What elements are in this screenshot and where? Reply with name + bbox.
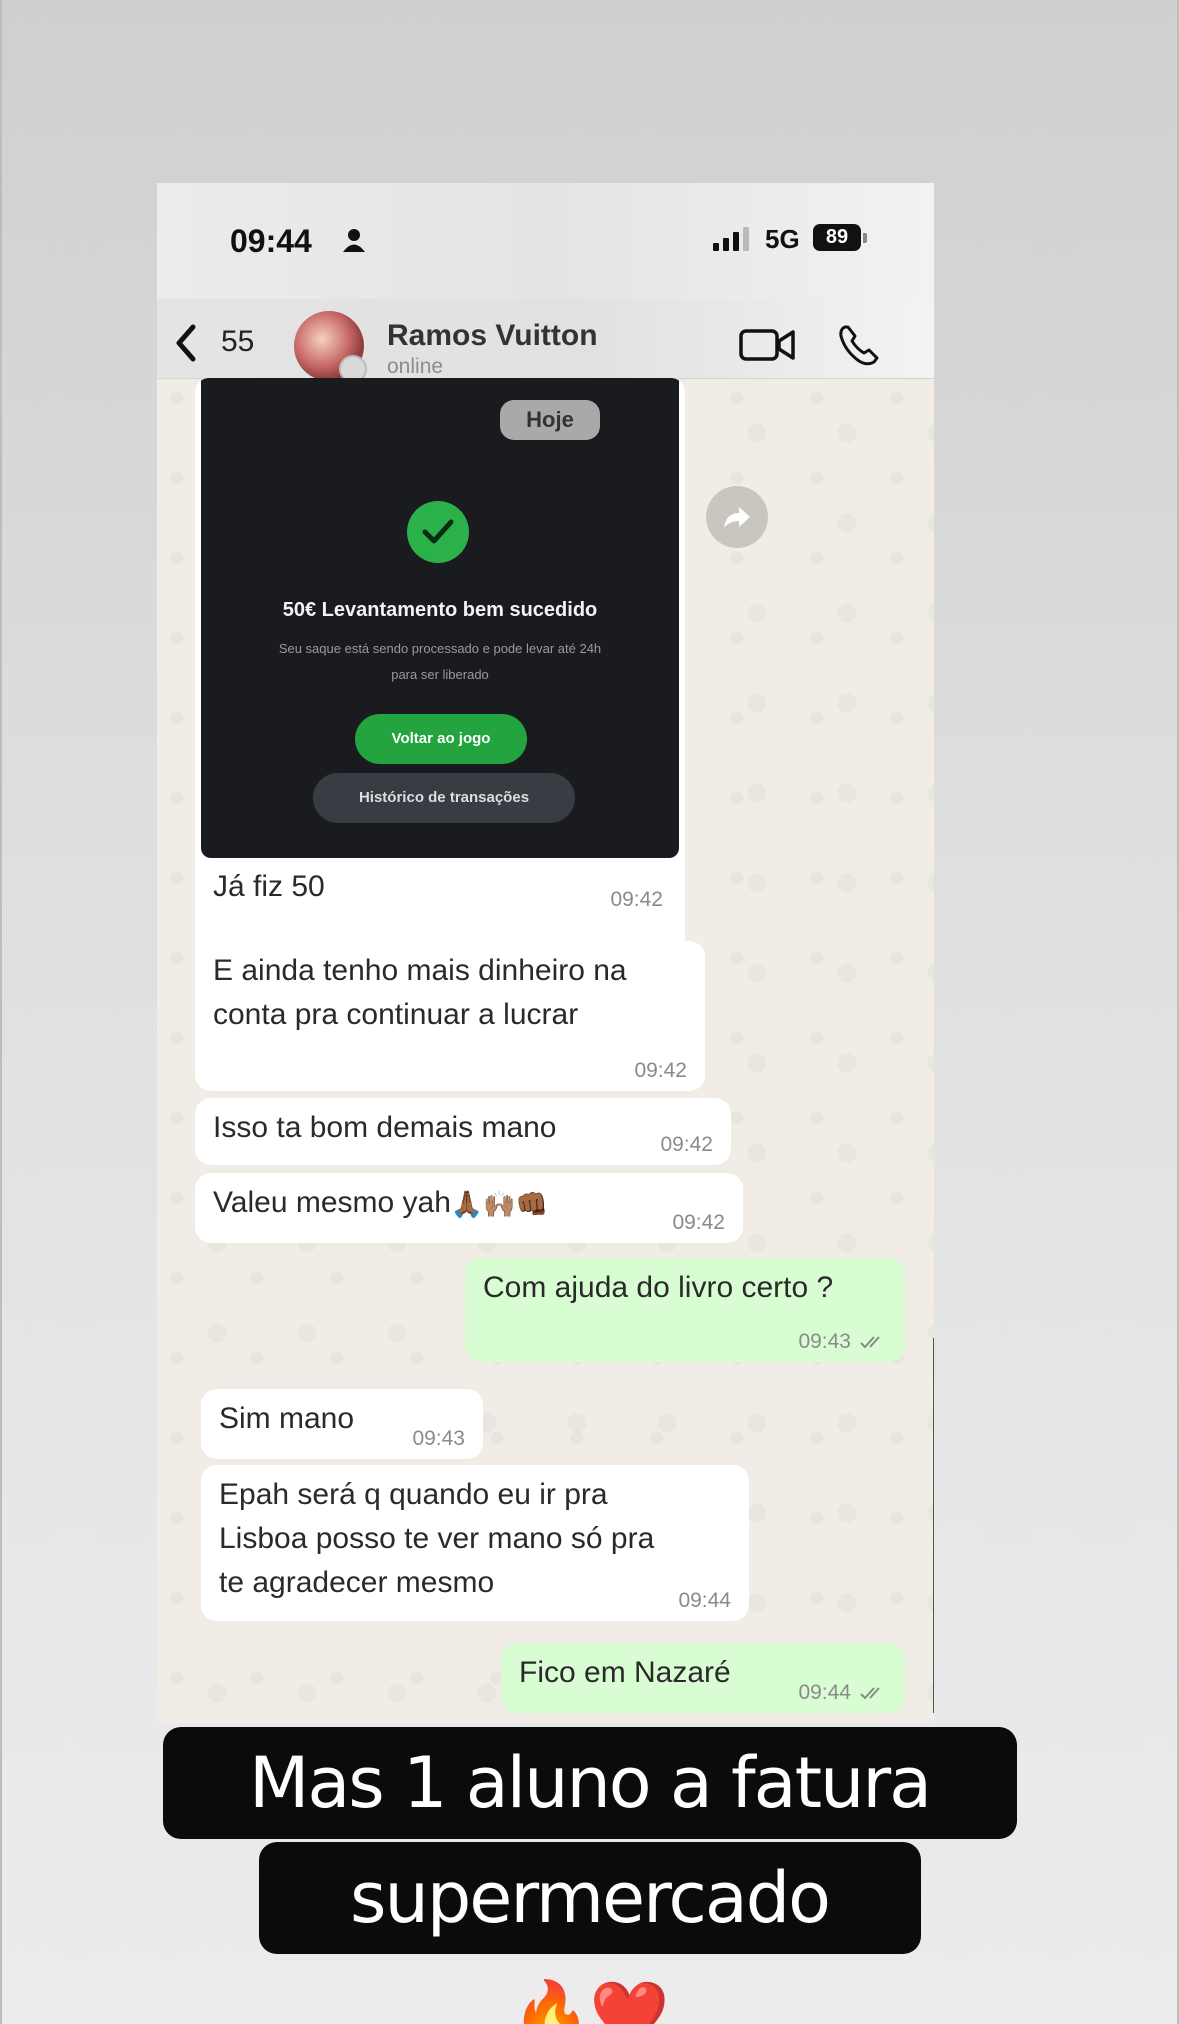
emoji-reaction: 🙏🏾🙌🏽👊🏾 [450,1189,549,1220]
message-text: te agradecer mesmo [219,1566,495,1599]
back-count[interactable]: 55 [221,325,254,359]
forward-icon [724,507,750,528]
status-time: 09:44 [230,223,312,259]
message-bubble[interactable]: E ainda tenho mais dinheiro na conta pra… [195,941,705,1091]
message-text: Com ajuda do livro certo ? [483,1271,834,1304]
message-time: 09:42 [634,1059,687,1082]
message-time: 09:44 [798,1681,851,1704]
message-text: Epah será q quando eu ir pra [219,1478,608,1511]
caption-text: Mas 1 aluno a fatura feito um [162,1727,1017,1936]
message-bubble[interactable]: Valeu mesmo yah🙏🏾🙌🏽👊🏾 09:42 [195,1173,743,1243]
back-to-game-button: Voltar ao jogo [355,714,527,764]
message-bubble[interactable]: Isso ta bom demais mano 09:42 [195,1098,731,1165]
message-bubble-outgoing[interactable]: Com ajuda do livro certo ? 09:43 [465,1258,905,1362]
message-text: Valeu mesmo yah🙏🏾🙌🏽👊🏾 [213,1181,725,1226]
person-icon [343,229,365,252]
network-label: 5G [765,224,800,254]
message-time: 09:44 [678,1589,731,1612]
withdrawal-subtitle-line2: para ser liberado [391,667,489,682]
withdrawal-subtitle-line1: Seu saque está sendo processado e pode l… [278,641,602,656]
read-ticks-icon [860,1687,880,1700]
withdrawal-subtitle: Seu saque está sendo processado e pode l… [231,636,649,688]
video-call-icon[interactable] [739,327,795,363]
chevron-left-icon[interactable] [173,323,199,363]
message-bubble-outgoing[interactable]: Fico em Nazaré 09:44 [501,1643,905,1713]
message-time: 09:42 [660,1133,713,1156]
image-caption: Já fiz 50 [213,870,325,903]
story-caption-line2: supermercado 🔥❤️ [0,1842,1179,2024]
chat-header: 55 Ramos Vuitton online [157,299,934,383]
battery-tip [863,233,867,243]
date-badge: Hoje [500,400,600,440]
message-text: Lisboa posso te ver mano só pra [219,1522,655,1555]
message-time: 09:42 [672,1211,725,1234]
caption-text: supermercado [349,1857,831,1939]
caption-text-box: supermercado 🔥❤️ [258,1842,921,2024]
phone-call-icon[interactable] [837,323,881,367]
message-text: Isso ta bom demais mano [213,1111,557,1144]
battery-icon: 89 [813,224,861,251]
transaction-history-button: Histórico de transações [313,773,575,823]
message-bubble[interactable]: Epah será q quando eu ir pra Lisboa poss… [201,1465,749,1621]
check-icon [407,501,469,563]
withdrawal-title: 50€ Levantamento bem sucedido [282,599,598,621]
status-bar: 09:44 5G 89 [157,183,934,299]
message-time: 09:42 [610,888,663,911]
message-time: 09:43 [798,1330,851,1353]
scroll-indicator [933,1338,934,1713]
contact-status: online [387,355,444,378]
message-text-main: Valeu mesmo yah [213,1186,451,1219]
contact-name[interactable]: Ramos Vuitton [387,319,598,353]
read-ticks-icon [860,1336,880,1349]
message-time: 09:43 [412,1427,465,1450]
signal-icon [713,227,749,251]
message-bubble[interactable]: Sim mano 09:43 [201,1389,483,1459]
chat-screenshot: 09:44 5G 89 55 Ramos Vuitton online Hoje… [157,183,934,1723]
message-text: E ainda tenho mais dinheiro na [213,954,627,987]
withdrawal-screenshot: Hoje 50€ Levantamento bem sucedido Seu s… [201,378,679,858]
fire-heart-emoji: 🔥❤️ [511,1977,669,2024]
message-text: conta pra continuar a lucrar [213,998,579,1031]
forward-button[interactable] [706,486,768,548]
